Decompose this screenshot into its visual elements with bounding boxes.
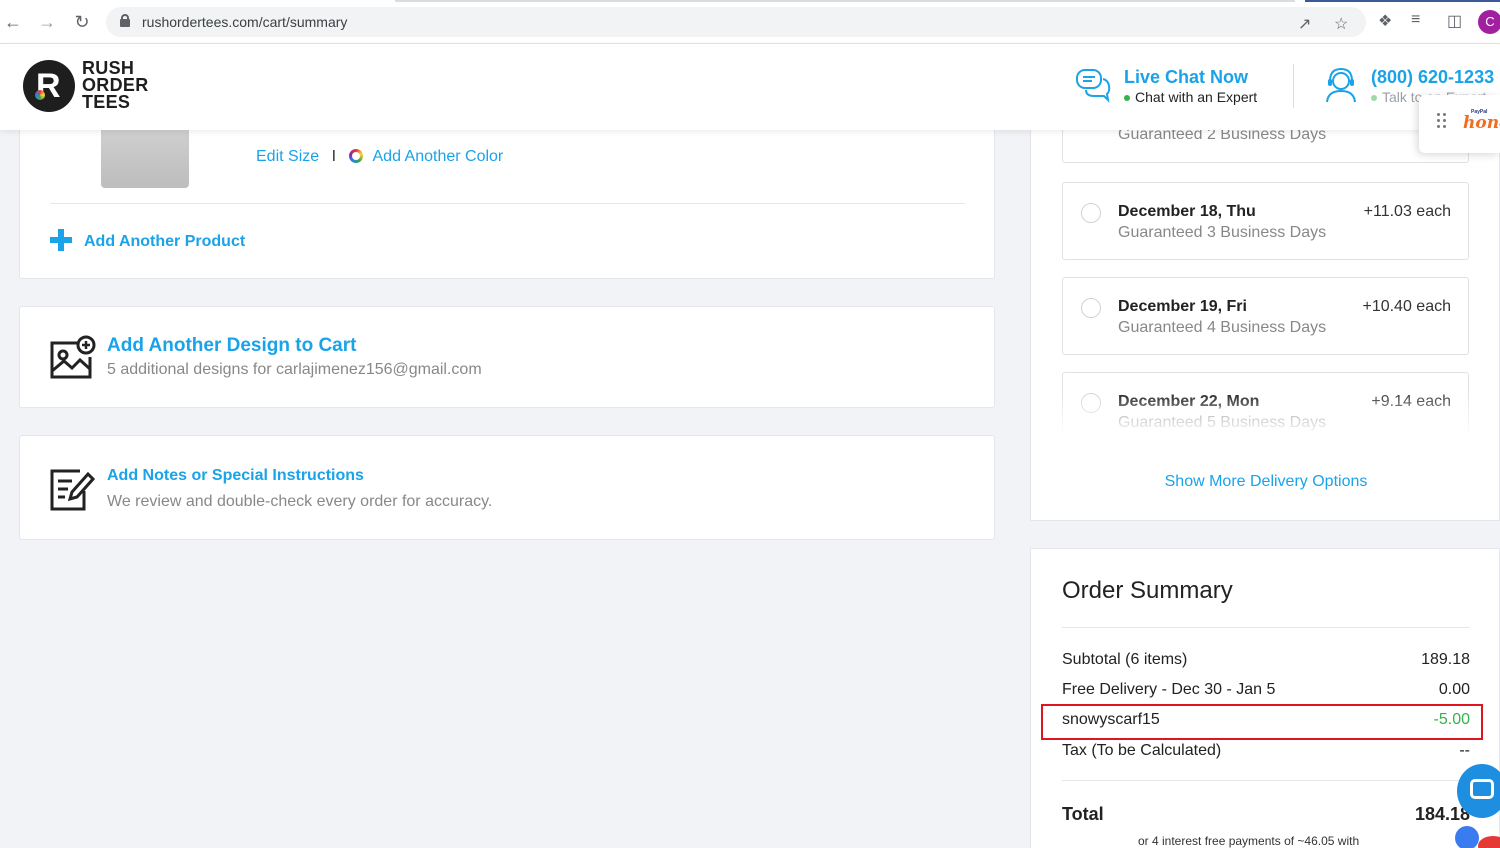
radio-button[interactable] xyxy=(1081,298,1101,318)
option-price: +11.03 each xyxy=(1363,203,1451,220)
product-card: Edit Size I Add Another Color Add Anothe… xyxy=(19,110,995,279)
browser-toolbar: ← → ↻ rushordertees.com/cart/summary ↗ ☆… xyxy=(0,0,1500,44)
row-value: 189.18 xyxy=(1421,651,1470,668)
delivery-option[interactable]: December 18, Thu Guaranteed 3 Business D… xyxy=(1062,182,1469,260)
summary-row: Tax (To be Calculated) -- xyxy=(1062,742,1470,760)
forward-arrow-icon[interactable]: → xyxy=(36,11,58,33)
url-text: rushordertees.com/cart/summary xyxy=(142,14,348,30)
lock-icon xyxy=(120,14,130,27)
add-another-product-button[interactable]: Add Another Product xyxy=(50,229,245,251)
chat-bubbles-icon[interactable] xyxy=(1074,66,1112,104)
divider xyxy=(1062,780,1470,781)
add-image-icon xyxy=(50,335,96,379)
row-label: Tax (To be Calculated) xyxy=(1062,742,1222,759)
logo-mark[interactable]: R xyxy=(23,60,75,112)
coupon-highlight-box xyxy=(1041,704,1483,740)
chat-subtitle: Chat with an Expert xyxy=(1124,89,1257,105)
support-avatar[interactable] xyxy=(1455,826,1479,848)
installment-note: or 4 interest free payments of ~46.05 wi… xyxy=(1138,834,1360,848)
active-tab-edge xyxy=(1305,0,1500,2)
tab-strip-edge xyxy=(395,0,1295,2)
show-more-delivery-link[interactable]: Show More Delivery Options xyxy=(1031,473,1500,491)
order-summary-title: Order Summary xyxy=(1062,577,1233,604)
product-thumbnail[interactable] xyxy=(101,130,189,188)
add-design-card[interactable]: Add Another Design to Cart 5 additional … xyxy=(19,306,995,408)
color-wheel-icon xyxy=(348,149,363,163)
online-dot-icon xyxy=(1124,95,1130,102)
side-panel-icon[interactable]: ◫ xyxy=(1447,11,1462,31)
total-row: Total 184.18 xyxy=(1062,804,1470,825)
extensions-puzzle-icon[interactable]: ❖ xyxy=(1378,11,1392,31)
chat-launcher-button[interactable] xyxy=(1457,764,1500,818)
add-another-color-link[interactable]: Add Another Color xyxy=(373,148,504,165)
edit-size-link[interactable]: Edit Size xyxy=(256,148,319,165)
row-value: -- xyxy=(1459,742,1470,759)
divider xyxy=(1062,627,1470,628)
live-chat-link[interactable]: Live Chat Now xyxy=(1124,67,1248,88)
radio-button[interactable] xyxy=(1081,393,1101,413)
delivery-option[interactable]: December 19, Fri Guaranteed 4 Business D… xyxy=(1062,277,1469,355)
add-design-title[interactable]: Add Another Design to Cart xyxy=(107,335,356,357)
plus-icon xyxy=(50,229,72,251)
summary-row: Subtotal (6 items) 189.18 xyxy=(1062,651,1470,669)
add-product-label: Add Another Product xyxy=(84,233,246,250)
reading-list-icon[interactable]: ≡ xyxy=(1411,11,1420,29)
notes-title[interactable]: Add Notes or Special Instructions xyxy=(107,467,364,485)
honey-extension-widget[interactable]: PayPal honey xyxy=(1419,95,1500,153)
logo-line: TEES xyxy=(82,92,131,112)
header-divider xyxy=(1293,64,1294,108)
total-label: Total xyxy=(1062,804,1104,824)
notes-edit-icon xyxy=(50,469,96,511)
order-summary-card: Order Summary Subtotal (6 items) 189.18 … xyxy=(1030,548,1500,848)
product-edit-links: Edit Size I Add Another Color xyxy=(256,148,503,166)
chat-icon xyxy=(1470,779,1494,799)
profile-avatar[interactable]: C xyxy=(1478,10,1500,34)
notes-subtitle: We review and double-check every order f… xyxy=(107,493,493,510)
radio-button[interactable] xyxy=(1081,203,1101,223)
option-date: December 18, Thu xyxy=(1118,203,1256,220)
notes-card[interactable]: Add Notes or Special Instructions We rev… xyxy=(19,435,995,540)
back-arrow-icon[interactable]: ← xyxy=(2,11,24,33)
link-separator: I xyxy=(331,148,337,165)
add-design-subtitle: 5 additional designs for carlajimenez156… xyxy=(107,361,482,378)
logo-wordmark[interactable]: RUSH ORDER TEES xyxy=(82,59,149,112)
address-bar[interactable]: rushordertees.com/cart/summary ↗ ☆ xyxy=(106,7,1366,37)
option-guarantee: Guaranteed 3 Business Days xyxy=(1118,224,1327,241)
option-date: December 19, Fri xyxy=(1118,298,1247,315)
online-dot-icon xyxy=(1371,95,1377,102)
row-label: Free Delivery - Dec 30 - Jan 5 xyxy=(1062,681,1276,698)
share-icon[interactable]: ↗ xyxy=(1298,14,1311,34)
site-header: R RUSH ORDER TEES Live Chat Now Chat wit… xyxy=(0,44,1500,130)
option-price: +9.14 each xyxy=(1371,393,1451,410)
option-guarantee: Guaranteed 4 Business Days xyxy=(1118,319,1327,336)
summary-row: Free Delivery - Dec 30 - Jan 5 0.00 xyxy=(1062,681,1470,699)
phone-number-link[interactable]: (800) 620-1233 xyxy=(1371,67,1494,88)
chat-subtitle-text: Chat with an Expert xyxy=(1135,89,1258,105)
option-guarantee: Guaranteed 5 Business Days xyxy=(1118,414,1327,431)
bookmark-star-icon[interactable]: ☆ xyxy=(1334,14,1348,34)
delivery-option[interactable]: December 22, Mon Guaranteed 5 Business D… xyxy=(1062,372,1469,434)
divider xyxy=(50,203,965,204)
honey-logo: honey xyxy=(1463,113,1500,133)
drag-grip-icon[interactable] xyxy=(1437,113,1447,131)
option-price: +10.40 each xyxy=(1362,298,1451,315)
reload-icon[interactable]: ↻ xyxy=(71,11,93,33)
option-date: December 22, Mon xyxy=(1118,393,1260,410)
row-label: Subtotal (6 items) xyxy=(1062,651,1188,668)
row-value: 0.00 xyxy=(1438,681,1470,698)
headset-agent-icon[interactable] xyxy=(1322,66,1360,104)
delivery-options-panel: Guaranteed 2 Business Days December 18, … xyxy=(1030,86,1500,521)
